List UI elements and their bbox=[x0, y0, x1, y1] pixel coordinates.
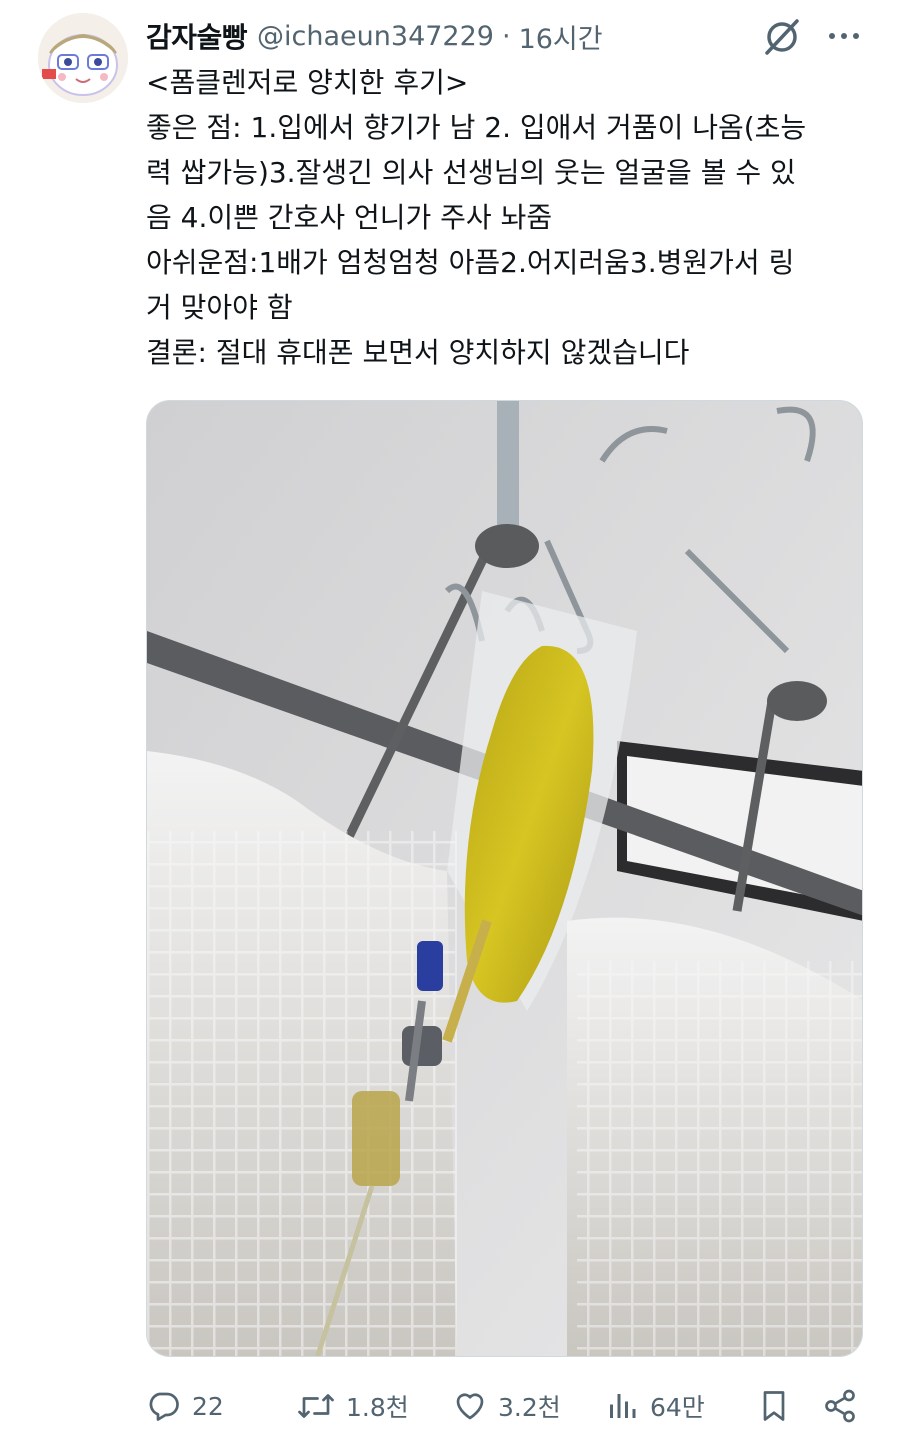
reply-button[interactable]: 22 bbox=[146, 1380, 224, 1432]
tweet-photo[interactable] bbox=[146, 400, 863, 1357]
tweet-line: 거 맞아야 함 bbox=[146, 291, 293, 324]
tweet-line: 결론: 절대 휴대폰 보면서 양치하지 않겠습니다 bbox=[146, 336, 690, 369]
share-icon bbox=[825, 1389, 855, 1423]
retweet-icon bbox=[298, 1394, 334, 1418]
like-count: 3.2천 bbox=[498, 1393, 561, 1422]
avatar-illustration bbox=[38, 13, 128, 103]
tweet-line: 아쉬운점:1배가 엄청엄청 아픔2.어지러움3.병원가서 링 bbox=[146, 246, 795, 279]
retweet-count: 1.8천 bbox=[346, 1393, 409, 1422]
like-button[interactable]: 3.2천 bbox=[452, 1380, 561, 1432]
heart-icon bbox=[456, 1393, 484, 1420]
tweet-line: <폼클렌저로 양치한 후기> bbox=[146, 66, 469, 99]
tweet-header: 감자술빵 @ichaeun347229 · 16시간 bbox=[146, 14, 603, 58]
timestamp[interactable]: 16시간 bbox=[519, 17, 603, 56]
more-icon bbox=[829, 33, 859, 39]
views-icon bbox=[610, 1394, 636, 1418]
bookmark-button[interactable] bbox=[756, 1380, 792, 1432]
tweet-line: 력 쌉가능)3.잘생긴 의사 선생님의 웃는 얼굴을 볼 수 있 bbox=[146, 156, 796, 189]
tweet-text: <폼클렌저로 양치한 후기> 좋은 점: 1.입에서 향기가 남 2. 입애서 … bbox=[146, 60, 856, 375]
avatar[interactable] bbox=[38, 13, 128, 103]
user-handle[interactable]: @ichaeun347229 bbox=[257, 21, 494, 52]
action-bar: 22 1.8천 3.2천 64만 bbox=[146, 1380, 870, 1432]
tweet-line: 좋은 점: 1.입에서 향기가 남 2. 입애서 거품이 나옴(초능 bbox=[146, 111, 807, 144]
iv-bag-photo bbox=[147, 401, 862, 1356]
separator-dot: · bbox=[501, 20, 511, 52]
grok-button[interactable] bbox=[756, 14, 808, 58]
tweet-line: 음 4.이쁜 간호사 언니가 주사 놔줌 bbox=[146, 201, 553, 234]
display-name[interactable]: 감자술빵 bbox=[146, 16, 248, 56]
reply-count: 22 bbox=[192, 1391, 224, 1421]
more-button[interactable] bbox=[818, 14, 870, 58]
bookmark-icon bbox=[763, 1391, 785, 1421]
views-button[interactable]: 64만 bbox=[604, 1380, 705, 1432]
retweet-button[interactable]: 1.8천 bbox=[296, 1380, 409, 1432]
views-count: 64만 bbox=[650, 1393, 705, 1422]
reply-icon bbox=[149, 1392, 179, 1421]
share-button[interactable] bbox=[822, 1380, 858, 1432]
grok-icon bbox=[765, 19, 799, 55]
